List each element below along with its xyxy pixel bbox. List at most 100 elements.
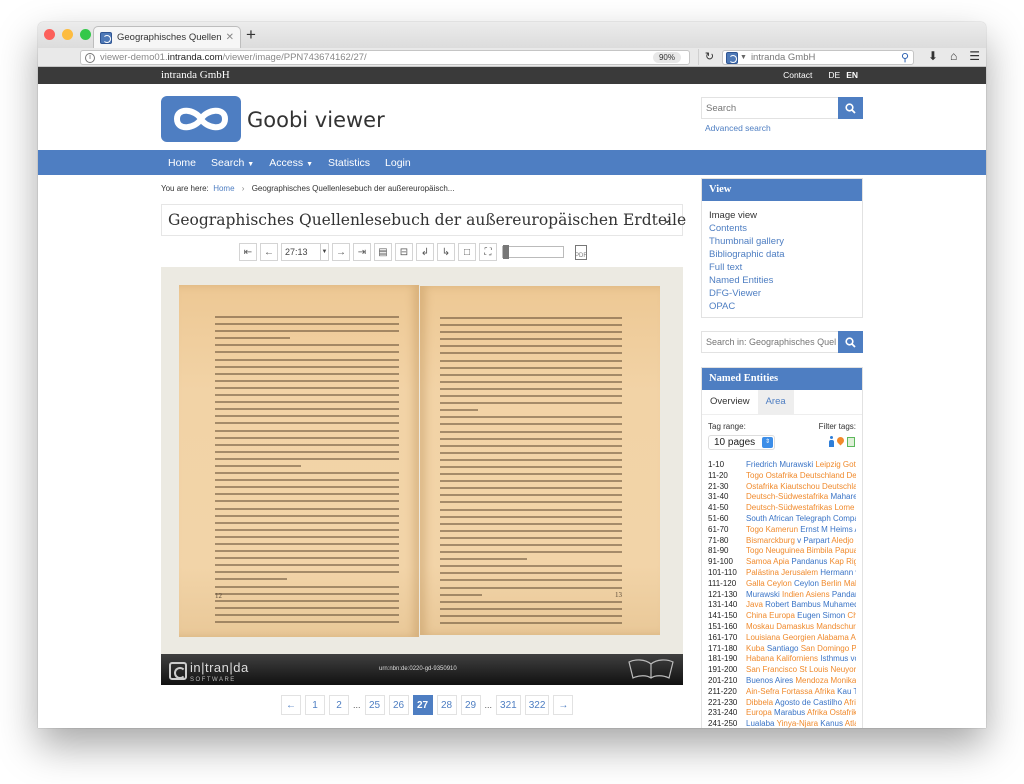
entity-tag[interactable]: San Domingo: [801, 644, 852, 653]
entity-tag[interactable]: Palästina: [746, 568, 781, 577]
home-icon[interactable]: ⌂: [950, 49, 957, 63]
entity-tag[interactable]: Asiens: [806, 590, 832, 599]
entity-tag[interactable]: Bimbila: [807, 546, 835, 555]
info-icon[interactable]: i: [85, 52, 95, 63]
entity-tag[interactable]: Neuguinea: [766, 546, 807, 555]
entity-tag[interactable]: China: [746, 611, 769, 620]
rotate-right-button[interactable]: ↳: [437, 243, 455, 261]
entity-tag[interactable]: Ostafrika: [830, 708, 856, 717]
entity-tag[interactable]: Robert Bambus: [765, 600, 823, 609]
entity-tag[interactable]: Hermann v W: [820, 568, 856, 577]
entity-tag[interactable]: Ain-Sefra: [746, 687, 782, 696]
entity-tag[interactable]: Kanus: [820, 719, 844, 728]
view-item-named-entities[interactable]: Named Entities: [709, 274, 855, 287]
page-link[interactable]: 28: [436, 695, 457, 715]
view-item-opac[interactable]: OPAC: [709, 300, 855, 313]
tab-area[interactable]: Area: [757, 390, 794, 414]
entity-tag[interactable]: Santiago: [767, 644, 801, 653]
entity-tag[interactable]: Indien: [782, 590, 806, 599]
header-search-button[interactable]: [838, 97, 863, 119]
entity-tag[interactable]: Deutsch-Südwestafrika: [746, 492, 830, 501]
close-window-button[interactable]: [44, 29, 55, 40]
rotate-left-button[interactable]: ↲: [416, 243, 434, 261]
entity-tag[interactable]: Gotha: [843, 460, 856, 469]
entity-tag[interactable]: Georgien: [782, 633, 817, 642]
image-viewer[interactable]: 12 13 in|tran|da SOFTWARE urn:nbn:de:022…: [161, 267, 683, 685]
entity-tag[interactable]: Yinya-Njara: [777, 719, 821, 728]
entity-tag[interactable]: Afrika: [844, 698, 856, 707]
entity-tag[interactable]: Papua: [835, 546, 856, 555]
entity-tag[interactable]: Kap Rigny: [830, 557, 856, 566]
entity-tag[interactable]: Fortassa: [782, 687, 815, 696]
chevron-down-icon[interactable]: ⌄: [662, 212, 672, 226]
other-filter-icon[interactable]: [847, 437, 855, 447]
reload-icon[interactable]: ↻: [698, 49, 720, 65]
entity-tag[interactable]: Pandanus: [791, 557, 829, 566]
page-link[interactable]: 322: [524, 695, 550, 715]
entity-tag[interactable]: Europa: [746, 708, 774, 717]
entity-tag[interactable]: Deutschland: [847, 471, 856, 480]
entity-tag[interactable]: Ac: [855, 525, 857, 534]
entity-tag[interactable]: Ceylon: [794, 579, 821, 588]
entity-tag[interactable]: Ceylon: [767, 579, 794, 588]
entity-tag[interactable]: Lualaba: [746, 719, 777, 728]
entity-tag[interactable]: Togo: [746, 471, 766, 480]
entity-tag[interactable]: Deutschland: [822, 482, 856, 491]
view-item-dfg-viewer[interactable]: DFG-Viewer: [709, 287, 855, 300]
entity-tag[interactable]: Aledjo: [831, 536, 855, 545]
next-page-button[interactable]: →: [332, 243, 350, 261]
entity-tag[interactable]: Kamerun: [766, 525, 801, 534]
search-engine-icon[interactable]: [726, 51, 738, 64]
entity-tag[interactable]: Samoa: [746, 557, 773, 566]
entity-tag[interactable]: Ostafrika: [746, 482, 780, 491]
entity-tag[interactable]: Kiautschou: [780, 482, 822, 491]
entity-tag[interactable]: San Francisco: [746, 665, 799, 674]
goobi-logo[interactable]: [161, 96, 241, 142]
browser-search-bar[interactable]: ▼ intranda GmbH ⚲: [722, 50, 914, 65]
entity-tag[interactable]: Monika: [831, 676, 856, 685]
view-item-full-text[interactable]: Full text: [709, 261, 855, 274]
pdf-download-icon[interactable]: PDF: [575, 244, 587, 260]
entity-tag[interactable]: Berlin: [821, 579, 844, 588]
entity-tag[interactable]: China: [847, 611, 856, 620]
entity-tag[interactable]: Kau Tic: [837, 687, 856, 696]
next-page-link[interactable]: →: [553, 695, 574, 715]
entity-tag[interactable]: Muhamed I: [823, 600, 856, 609]
previous-page-link[interactable]: ←: [281, 695, 301, 715]
location-filter-icon[interactable]: [835, 435, 846, 446]
page-link[interactable]: 26: [388, 695, 409, 715]
tag-range-select[interactable]: 10 pages ⇕: [708, 435, 775, 450]
nav-login[interactable]: Login: [385, 157, 411, 169]
entity-tag[interactable]: Atlan: [845, 719, 856, 728]
entity-tag[interactable]: v Parpart: [797, 536, 831, 545]
entity-tag[interactable]: Galla: [746, 579, 767, 588]
view-item-image-view[interactable]: Image view: [709, 209, 855, 222]
entity-tag[interactable]: St Louis: [799, 665, 830, 674]
entity-tag[interactable]: Mahir: [844, 579, 856, 588]
language-de[interactable]: DE: [828, 70, 840, 80]
contact-link[interactable]: Contact: [783, 70, 812, 80]
entity-tag[interactable]: Buenos Aires: [746, 676, 795, 685]
search-icon[interactable]: ⚲: [901, 51, 909, 64]
entity-tag[interactable]: Afrika: [807, 708, 830, 717]
entity-tag[interactable]: Damaskus: [776, 622, 816, 631]
view-item-contents[interactable]: Contents: [709, 222, 855, 235]
entity-tag[interactable]: Europa: [769, 611, 797, 620]
page-link[interactable]: 29: [460, 695, 481, 715]
entity-tag[interactable]: Kuba: [746, 644, 767, 653]
nav-access[interactable]: Access ▼: [269, 157, 313, 169]
entity-tag[interactable]: Bismarckburg: [746, 536, 797, 545]
page-link[interactable]: 25: [364, 695, 385, 715]
entity-tag[interactable]: Deutschland: [800, 471, 847, 480]
current-page[interactable]: 27: [412, 695, 433, 715]
zoom-slider-handle[interactable]: [503, 245, 509, 259]
entity-tag[interactable]: Kaliforniens: [776, 654, 820, 663]
nav-statistics[interactable]: Statistics: [328, 157, 370, 169]
maximize-window-button[interactable]: [80, 29, 91, 40]
entity-tag[interactable]: Marabus: [774, 708, 807, 717]
single-page-view-button[interactable]: ▤: [374, 243, 392, 261]
entity-tag[interactable]: South African Telegraph Company: [746, 514, 856, 523]
entity-tag[interactable]: Louisiana: [746, 633, 782, 642]
entity-tag[interactable]: Isthmus von: [820, 654, 856, 663]
entity-tag[interactable]: Moskau: [746, 622, 776, 631]
